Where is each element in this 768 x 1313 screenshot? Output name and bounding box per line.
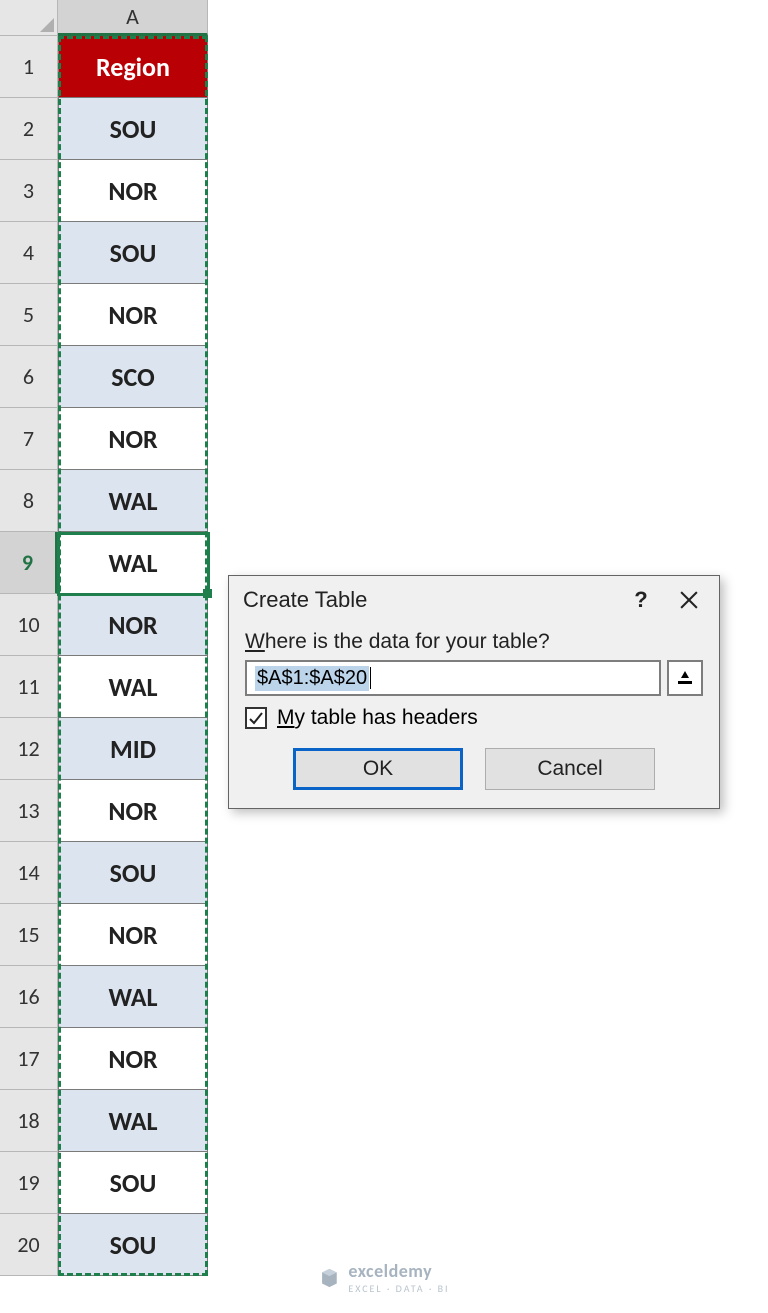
- data-cell[interactable]: SOU: [58, 98, 208, 160]
- row-header[interactable]: 17: [0, 1028, 58, 1090]
- row-header[interactable]: 5: [0, 284, 58, 346]
- spreadsheet-grid: A 1 Region 2SOU 3NOR 4SOU 5NOR 6SCO 7NOR…: [0, 0, 208, 1276]
- row-header[interactable]: 13: [0, 780, 58, 842]
- watermark: exceldemy EXCEL · DATA · BI: [318, 1260, 449, 1295]
- row-header[interactable]: 6: [0, 346, 58, 408]
- row-header-active[interactable]: 9: [0, 532, 58, 594]
- data-cell[interactable]: NOR: [58, 408, 208, 470]
- row-header[interactable]: 20: [0, 1214, 58, 1276]
- data-cell[interactable]: SOU: [58, 222, 208, 284]
- row-header[interactable]: 7: [0, 408, 58, 470]
- row-header[interactable]: 2: [0, 98, 58, 160]
- row-header[interactable]: 8: [0, 470, 58, 532]
- collapse-icon: [676, 669, 694, 687]
- data-cell-active[interactable]: WAL: [58, 532, 208, 594]
- watermark-icon: [318, 1267, 340, 1289]
- row-header[interactable]: 12: [0, 718, 58, 780]
- dialog-title: Create Table: [243, 587, 617, 613]
- collapse-dialog-button[interactable]: [667, 660, 703, 696]
- headers-checkbox-label[interactable]: My table has headers: [277, 706, 478, 730]
- cancel-button[interactable]: Cancel: [485, 748, 655, 790]
- row-header[interactable]: 11: [0, 656, 58, 718]
- row-header[interactable]: 15: [0, 904, 58, 966]
- data-cell[interactable]: WAL: [58, 1090, 208, 1152]
- data-cell[interactable]: WAL: [58, 966, 208, 1028]
- ok-button[interactable]: OK: [293, 748, 463, 790]
- create-table-dialog: Create Table ? Where is the data for you…: [228, 575, 720, 809]
- watermark-tagline: EXCEL · DATA · BI: [348, 1282, 449, 1295]
- check-icon: [248, 710, 264, 726]
- data-cell[interactable]: WAL: [58, 656, 208, 718]
- dialog-titlebar[interactable]: Create Table ?: [229, 576, 719, 624]
- range-input-value: $A$1:$A$20: [255, 666, 369, 691]
- data-cell[interactable]: SOU: [58, 842, 208, 904]
- dialog-prompt: Where is the data for your table?: [245, 630, 703, 654]
- row-header[interactable]: 14: [0, 842, 58, 904]
- data-cell[interactable]: SCO: [58, 346, 208, 408]
- data-cell[interactable]: NOR: [58, 594, 208, 656]
- row-header[interactable]: 3: [0, 160, 58, 222]
- row-header[interactable]: 16: [0, 966, 58, 1028]
- row-header[interactable]: 19: [0, 1152, 58, 1214]
- range-input[interactable]: $A$1:$A$20: [245, 660, 661, 696]
- data-cell[interactable]: SOU: [58, 1152, 208, 1214]
- text-caret: [370, 667, 371, 689]
- watermark-brand: exceldemy: [348, 1260, 432, 1282]
- close-icon: [680, 591, 698, 609]
- data-cell[interactable]: SOU: [58, 1214, 208, 1276]
- data-cell[interactable]: NOR: [58, 284, 208, 346]
- table-header-cell[interactable]: Region: [58, 36, 208, 98]
- row-header[interactable]: 10: [0, 594, 58, 656]
- row-header[interactable]: 18: [0, 1090, 58, 1152]
- select-all-corner[interactable]: [0, 0, 58, 36]
- data-cell[interactable]: NOR: [58, 904, 208, 966]
- data-cell[interactable]: NOR: [58, 160, 208, 222]
- row-header[interactable]: 1: [0, 36, 58, 98]
- dialog-close-button[interactable]: [665, 580, 713, 620]
- row-header[interactable]: 4: [0, 222, 58, 284]
- data-cell[interactable]: NOR: [58, 780, 208, 842]
- data-cell[interactable]: MID: [58, 718, 208, 780]
- headers-checkbox[interactable]: [245, 707, 267, 729]
- data-cell[interactable]: WAL: [58, 470, 208, 532]
- data-cell[interactable]: NOR: [58, 1028, 208, 1090]
- column-header-A[interactable]: A: [58, 0, 208, 36]
- dialog-help-button[interactable]: ?: [617, 580, 665, 620]
